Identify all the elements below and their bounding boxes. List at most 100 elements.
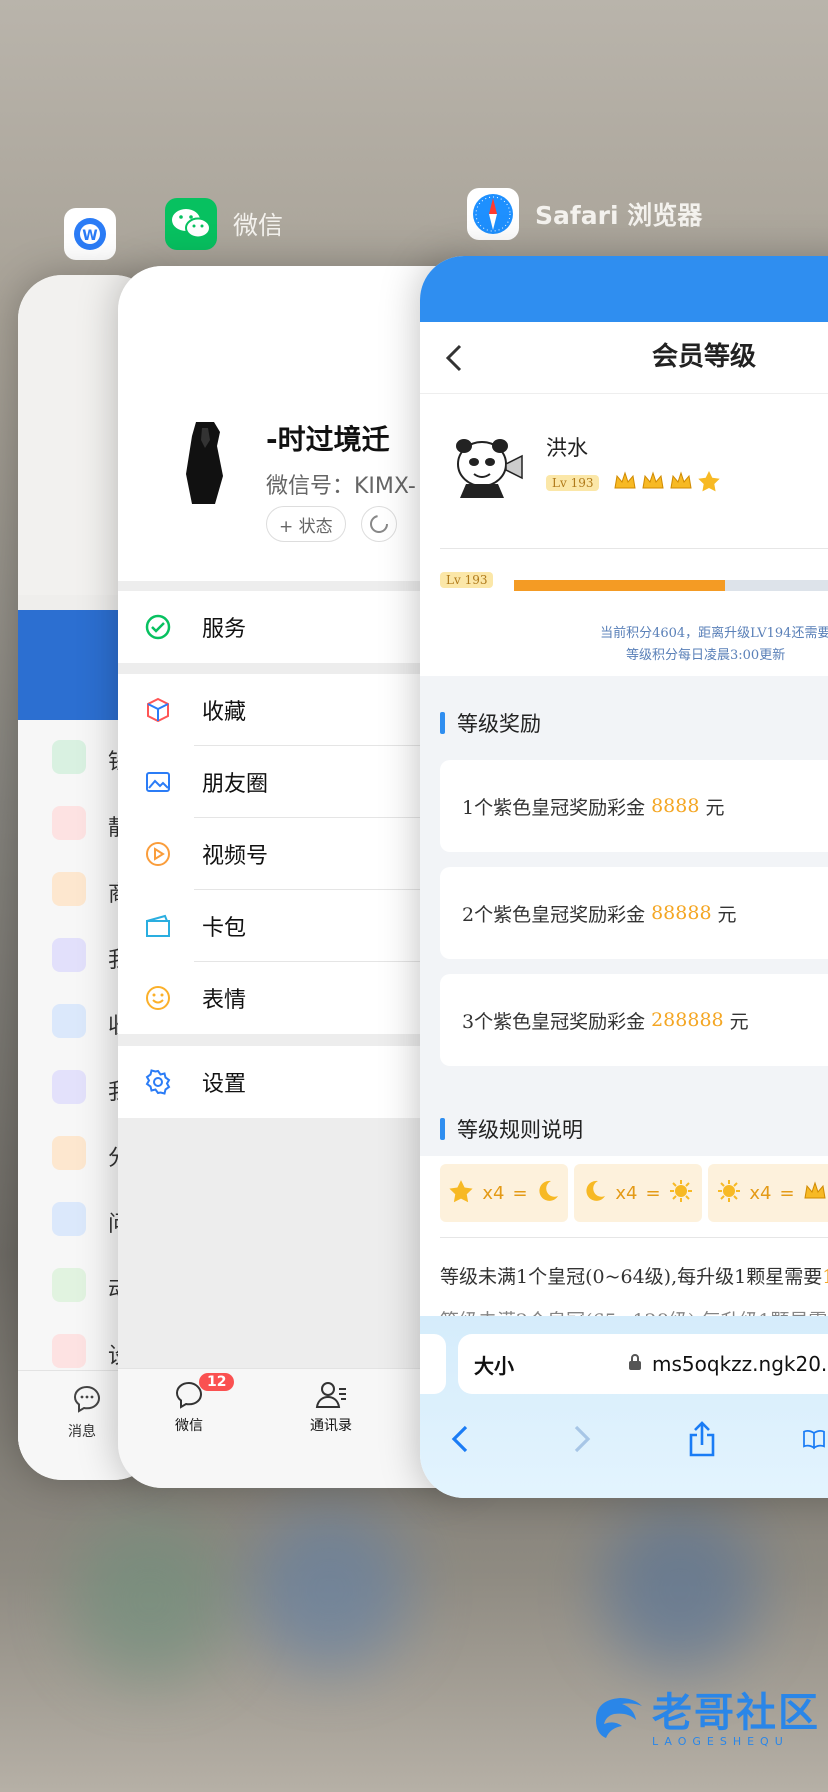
avatar[interactable]: [158, 416, 250, 508]
bookmarks-icon[interactable]: [802, 1421, 826, 1457]
reward-text: 2个紫色皇冠奖励彩金: [462, 903, 646, 926]
level-progress-fill: [514, 580, 725, 591]
shop-icon: [52, 806, 86, 840]
wechat-id: 微信号：KIMX-: [266, 474, 416, 499]
dragon-logo-icon: [596, 1698, 642, 1738]
tab-messages-label[interactable]: 消息: [68, 1421, 96, 1441]
lock-icon: [628, 1353, 642, 1375]
section-title-text: 等级规则说明: [457, 1118, 583, 1142]
level-progress-track: [514, 580, 828, 591]
cart-icon: [52, 872, 86, 906]
reward-amount: 8888: [651, 795, 700, 817]
address-bar[interactable]: 大小 ms5oqkzz.ngk20.com: [458, 1334, 828, 1394]
reward-amount: 288888: [651, 1009, 724, 1031]
rule-text: 等级未满1个皇冠(0~64级),每升级1颗星需要: [440, 1266, 823, 1288]
star-icon: [52, 1070, 86, 1104]
page-nav-bar: 会员等级: [420, 322, 828, 394]
watermark-logo: 老哥社区 LAOGESHEQU: [590, 1690, 820, 1748]
document-icon: [52, 938, 86, 972]
level-badges: Lv 193: [546, 470, 721, 496]
tab-label: 微信: [175, 1418, 203, 1434]
moments-icon: [52, 1268, 86, 1302]
qq-browser-icon: W: [64, 208, 116, 260]
menu-label: 卡包: [202, 916, 247, 941]
watermark-text: 老哥社区: [652, 1689, 820, 1736]
wechat-app-icon: [165, 198, 217, 250]
channels-play-icon: [142, 838, 174, 870]
watermark-sub: LAOGESHEQU: [652, 1734, 789, 1748]
menu-label: 表情: [202, 988, 247, 1013]
menu-label: 服务: [202, 617, 247, 642]
moon-icon: [536, 1179, 560, 1208]
update-info: 等级积分每日凌晨3:00更新: [626, 648, 786, 663]
back-icon[interactable]: [442, 1421, 478, 1457]
reward-unit: 元: [705, 796, 725, 819]
safari-compass-icon: [467, 188, 519, 240]
status-label: + 状态: [279, 516, 333, 537]
panda-avatar: [450, 434, 530, 504]
menu-label: 设置: [202, 1072, 247, 1097]
gear-icon: [142, 1066, 174, 1098]
forward-icon[interactable]: [564, 1421, 600, 1457]
text-size-button[interactable]: 大小: [474, 1350, 514, 1379]
rule-chip: x4 =: [708, 1164, 828, 1222]
svg-text:W: W: [82, 228, 97, 244]
tab-contacts[interactable]: 通讯录: [291, 1379, 371, 1435]
chip-multiplier: x4: [749, 1182, 772, 1204]
status-ring-icon[interactable]: [361, 506, 397, 542]
section-bar: [440, 712, 445, 734]
thumbs-up-icon: [52, 1136, 86, 1170]
url-text: ms5oqkzz.ngk20.com: [652, 1352, 828, 1376]
card-wallet-icon: [142, 910, 174, 942]
chip-equals: =: [645, 1182, 661, 1204]
favorites-cube-icon: [142, 694, 174, 726]
crown-icon: [669, 470, 693, 496]
back-chevron-icon[interactable]: [442, 342, 466, 374]
star-icon: [448, 1179, 474, 1208]
reward-unit: 元: [729, 1010, 749, 1033]
star-icon: [697, 470, 721, 496]
rewards-section-title: 等级奖励: [440, 708, 541, 738]
message-icon[interactable]: [72, 1385, 102, 1413]
reward-row: 2个紫色皇冠奖励彩金 88888 元: [440, 867, 828, 959]
reward-unit: 元: [717, 903, 737, 926]
crown-icon: [803, 1180, 827, 1207]
progress-level-tag: Lv 193: [440, 572, 494, 588]
reward-text: 3个紫色皇冠奖励彩金: [462, 1010, 646, 1033]
share-icon[interactable]: [684, 1421, 720, 1457]
wechat-app-name: 微信: [233, 211, 284, 240]
bg-blur: [70, 1520, 230, 1680]
tab-chats[interactable]: 微信 12: [149, 1373, 235, 1435]
wallet-icon: [52, 740, 86, 774]
previous-tab-edge[interactable]: [420, 1334, 446, 1394]
chip-multiplier: x4: [482, 1182, 505, 1204]
divider: [440, 548, 828, 549]
reward-row: 1个紫色皇冠奖励彩金 8888 元: [440, 760, 828, 852]
safari-card[interactable]: 会员等级 洪水 Lv 193 Lv 193 当前积分4604，距离升级LV194…: [420, 256, 828, 1498]
level-tag: Lv 193: [546, 475, 600, 491]
wechat-app-label[interactable]: 微信: [165, 198, 283, 250]
safari-app-label[interactable]: Safari 浏览器: [467, 188, 702, 240]
user-name: 洪水: [546, 436, 588, 460]
bg-blur: [250, 1510, 410, 1670]
left-app-label[interactable]: W: [64, 208, 116, 260]
settings-icon: [52, 1334, 86, 1368]
menu-label: 朋友圈: [202, 772, 269, 797]
reward-text: 1个紫色皇冠奖励彩金: [462, 796, 646, 819]
menu-label: 视频号: [202, 844, 269, 869]
page-title: 会员等级: [652, 342, 757, 372]
page-top-bar: [420, 256, 828, 322]
reward-amount: 88888: [651, 902, 712, 924]
status-button[interactable]: + 状态: [266, 506, 346, 542]
rule-line: 等级未满1个皇冠(0~64级),每升级1颗星需要10: [440, 1262, 828, 1289]
menu-label: 收藏: [202, 700, 247, 725]
safari-toolbar: 大小 ms5oqkzz.ngk20.com: [420, 1316, 828, 1498]
rule-chip: x4 =: [574, 1164, 702, 1222]
crown-icon: [613, 470, 637, 496]
support-icon: [52, 1202, 86, 1236]
services-icon: [142, 611, 174, 643]
rule-chip: x4 =: [440, 1164, 568, 1222]
bg-blur: [600, 1510, 760, 1670]
sun-icon: [669, 1179, 693, 1208]
moon-icon: [583, 1179, 607, 1208]
